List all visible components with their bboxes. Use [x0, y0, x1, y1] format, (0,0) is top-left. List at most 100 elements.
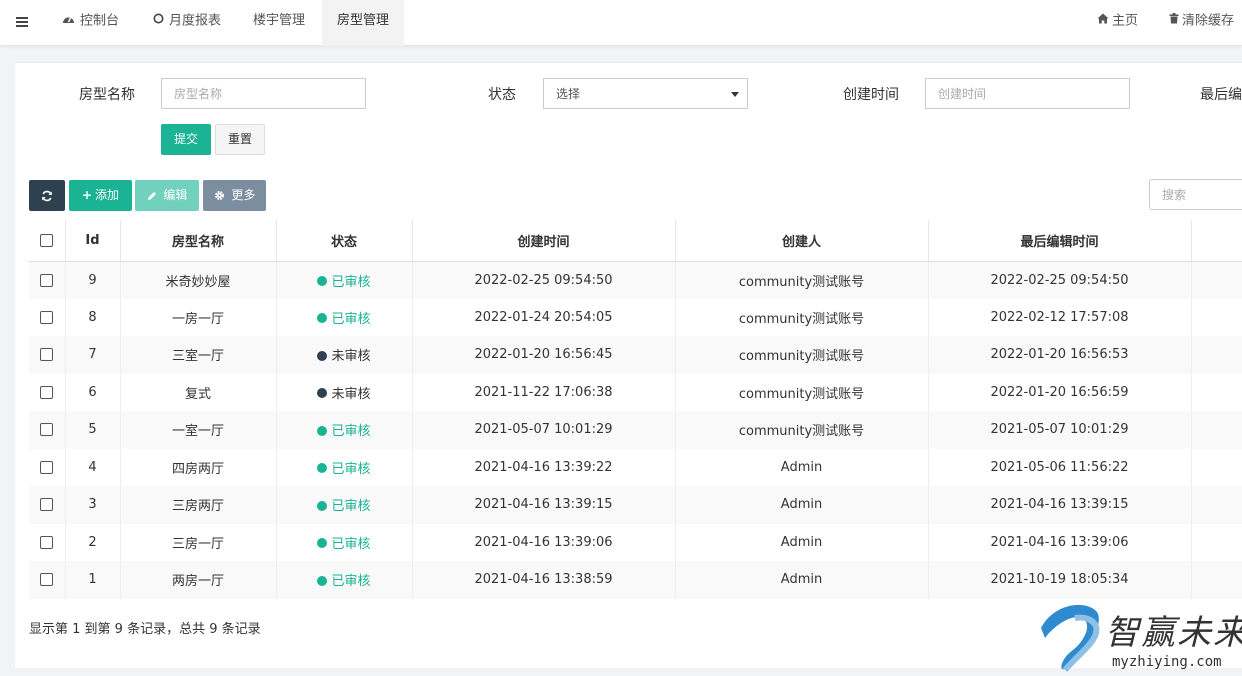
- row-checkbox[interactable]: [40, 573, 54, 587]
- name-cell: 米奇妙妙屋: [119, 261, 276, 299]
- row-checkbox[interactable]: [40, 498, 54, 512]
- edit-button[interactable]: 编辑: [135, 180, 199, 211]
- row-checkbox[interactable]: [40, 460, 54, 474]
- pagination-info: 显示第 1 到第 9 条记录，总共 9 条记录: [29, 622, 261, 637]
- status-label: 已审核: [331, 499, 371, 515]
- table-row[interactable]: 2 三房一厅 已审核 2021-04-16 13:39:06 Admin 2021-04-…: [29, 523, 1242, 561]
- status-cell: 已审核: [275, 486, 412, 524]
- select-all-cell: [29, 220, 65, 262]
- row-select-cell: [29, 299, 65, 337]
- status-label: 已审核: [331, 274, 371, 290]
- status-label: 未审核: [331, 349, 371, 365]
- actions-cell: [1190, 486, 1242, 524]
- created-time-filter-input[interactable]: 创建时间: [925, 78, 1130, 109]
- table-row[interactable]: 5 一室一厅 已审核 2021-05-07 10:01:29 community测试账号…: [29, 411, 1242, 449]
- table-row[interactable]: 4 四房两厅 已审核 2021-04-16 13:39:22 Admin 2021-05-…: [29, 448, 1242, 486]
- id-cell: 7: [64, 336, 120, 374]
- tab-label: 控制台: [80, 13, 120, 29]
- last-edit-cell: 2022-01-20 16:56:53: [927, 336, 1191, 374]
- name-cell: 一室一厅: [119, 411, 276, 449]
- table-row[interactable]: 9 米奇妙妙屋 已审核 2022-02-25 09:54:50 community测试账…: [29, 261, 1242, 299]
- column-header-status[interactable]: 状态: [275, 220, 412, 262]
- status-filter-select[interactable]: 选择: [543, 78, 748, 109]
- circle-icon: [153, 0, 164, 42]
- row-checkbox[interactable]: [40, 423, 54, 437]
- submit-button[interactable]: 提交: [161, 124, 211, 155]
- id-cell: 2: [64, 523, 120, 561]
- created-cell: 2021-04-16 13:39:06: [411, 523, 675, 561]
- search-input[interactable]: 搜索: [1149, 179, 1242, 210]
- select-all-checkbox[interactable]: [40, 233, 54, 247]
- name-cell: 四房两厅: [119, 448, 276, 486]
- status-cell: 未审核: [275, 373, 412, 411]
- row-checkbox[interactable]: [40, 535, 54, 549]
- creator-cell: Admin: [674, 448, 928, 486]
- status-cell: 已审核: [275, 448, 412, 486]
- status-dot-icon: [317, 575, 328, 586]
- status-cell: 已审核: [275, 298, 412, 336]
- more-button[interactable]: 更多: [203, 180, 266, 211]
- id-cell: 9: [64, 261, 120, 299]
- last-edit-cell: 2021-04-16 13:39:15: [927, 486, 1191, 524]
- column-header-last-edit[interactable]: 最后编辑时间: [927, 220, 1191, 262]
- column-header-created[interactable]: 创建时间: [411, 220, 675, 262]
- column-header-id[interactable]: Id: [64, 220, 120, 262]
- column-header-actions: [1190, 220, 1242, 262]
- creator-cell: Admin: [674, 561, 928, 599]
- status-cell: 已审核: [275, 561, 412, 599]
- actions-cell: [1190, 523, 1242, 561]
- table-row[interactable]: 7 三室一厅 未审核 2022-01-20 16:56:45 community测试账号…: [29, 336, 1242, 374]
- reset-button[interactable]: 重置: [215, 124, 265, 155]
- menu-toggle-icon[interactable]: [16, 17, 28, 27]
- tab-monthly-report[interactable]: 月度报表: [151, 0, 223, 46]
- creator-cell: community测试账号: [674, 261, 928, 299]
- name-cell: 复式: [119, 373, 276, 411]
- tab-dashboard[interactable]: 控制台: [60, 0, 121, 46]
- last-edit-cell: 2022-02-12 17:57:08: [927, 298, 1191, 336]
- tab-room-type-management[interactable]: 房型管理: [322, 0, 404, 46]
- actions-cell: [1190, 561, 1242, 599]
- status-dot-icon: [317, 500, 328, 511]
- id-cell: 8: [64, 298, 120, 336]
- top-navbar: 控制台 月度报表 楼宇管理 房型管理 主页 清除缓存: [0, 0, 1242, 46]
- table-row[interactable]: 1 两房一厅 已审核 2021-04-16 13:38:59 Admin 2021-10-…: [29, 561, 1242, 599]
- created-cell: 2021-11-22 17:06:38: [411, 373, 675, 411]
- created-cell: 2021-04-16 13:39:15: [411, 486, 675, 524]
- created-time-filter-label: 创建时间: [843, 87, 899, 103]
- actions-cell: [1190, 336, 1242, 374]
- created-cell: 2021-05-07 10:01:29: [411, 411, 675, 449]
- status-dot-icon: [317, 425, 328, 436]
- column-header-name[interactable]: 房型名称: [119, 220, 276, 262]
- id-cell: 1: [64, 561, 120, 599]
- status-label: 未审核: [331, 386, 371, 402]
- row-checkbox[interactable]: [40, 273, 54, 287]
- room-type-table: Id 房型名称 状态 创建时间 创建人 最后编辑时间 9 米奇妙妙屋 已审核 2022…: [29, 220, 1242, 599]
- id-cell: 6: [64, 373, 120, 411]
- table-row[interactable]: 6 复式 未审核 2021-11-22 17:06:38 community测试账号 20…: [29, 373, 1242, 411]
- row-select-cell: [29, 411, 65, 449]
- add-button[interactable]: + 添加: [69, 180, 132, 211]
- row-checkbox[interactable]: [40, 385, 54, 399]
- actions-cell: [1190, 261, 1242, 299]
- actions-cell: [1190, 373, 1242, 411]
- status-label: 已审核: [331, 311, 371, 327]
- id-cell: 4: [64, 448, 120, 486]
- column-header-creator[interactable]: 创建人: [674, 220, 928, 262]
- table-row[interactable]: 8 一房一厅 已审核 2022-01-24 20:54:05 community测试账号…: [29, 298, 1242, 337]
- more-label: 更多: [231, 188, 256, 202]
- status-cell: 未审核: [275, 336, 412, 374]
- home-link[interactable]: 主页: [1097, 0, 1138, 46]
- refresh-button[interactable]: [29, 180, 65, 211]
- room-type-filter-input[interactable]: 房型名称: [161, 78, 366, 109]
- row-checkbox[interactable]: [40, 310, 54, 324]
- table-header-row: Id 房型名称 状态 创建时间 创建人 最后编辑时间: [29, 220, 1242, 262]
- table-row[interactable]: 3 三房两厅 已审核 2021-04-16 13:39:15 Admin 2021-04-…: [29, 486, 1242, 524]
- status-filter-label: 状态: [488, 87, 516, 103]
- status-dot-icon: [317, 538, 328, 549]
- tab-building-management[interactable]: 楼宇管理: [253, 0, 305, 46]
- clear-cache-link[interactable]: 清除缓存: [1169, 0, 1234, 46]
- status-label: 已审核: [331, 536, 371, 552]
- row-checkbox[interactable]: [40, 348, 54, 362]
- creator-cell: community测试账号: [674, 336, 928, 374]
- table-body: 9 米奇妙妙屋 已审核 2022-02-25 09:54:50 community测试账…: [29, 261, 1242, 599]
